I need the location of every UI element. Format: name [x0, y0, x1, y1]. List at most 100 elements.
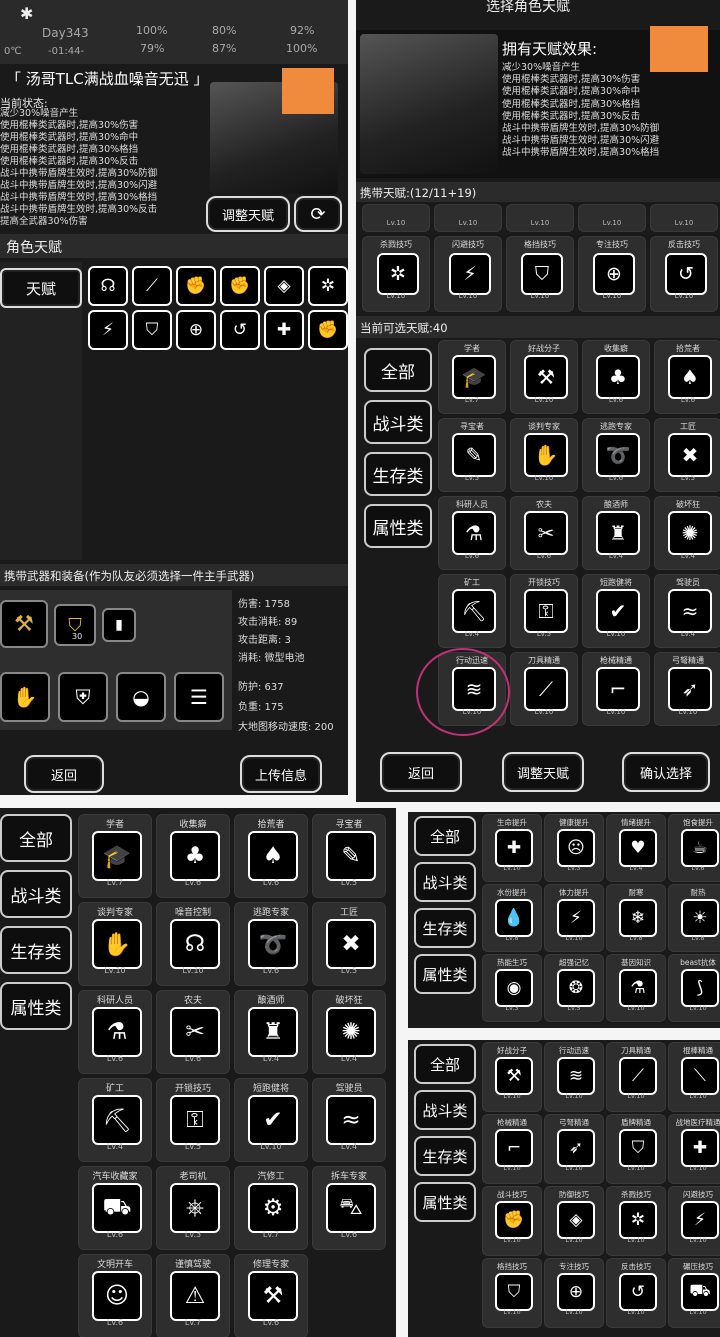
talent-tile[interactable]: 刀具精通 ⟋ Lv.10 — [606, 1042, 666, 1112]
talent-tile[interactable]: 杀戮技巧 ✲ Lv.10 — [362, 236, 430, 312]
talent-tile[interactable]: 文明开车 ☺ Lv.6 — [78, 1254, 152, 1337]
talent-tile[interactable]: 学者 🎓 Lv.7 — [78, 814, 152, 898]
category-tab-0[interactable]: 全部 — [414, 816, 476, 856]
talent-tile[interactable]: 拾荒者 ♠ Lv.6 — [234, 814, 308, 898]
talent-tile[interactable]: 农夫 ✂ Lv.6 — [156, 990, 230, 1074]
upload-info-button[interactable]: 上传信息 — [240, 755, 322, 793]
talent-tile[interactable]: 枪械精通 ⌐ Lv.10 — [582, 652, 650, 726]
talent-tile[interactable]: 好战分子 ⚒ Lv.10 — [510, 340, 578, 414]
talent-tile[interactable]: 驾驶员 ≈ Lv.4 — [312, 1078, 386, 1162]
talent-tile[interactable]: 格挡技巧 ⛉ Lv.10 — [506, 236, 574, 312]
focus-skill-icon[interactable]: ⊕ — [176, 310, 216, 350]
strength-icon[interactable]: ✊ — [308, 310, 348, 350]
gloves-equipment-icon[interactable]: ✋ — [0, 672, 50, 722]
category-tab-1[interactable]: 战斗类 — [364, 400, 432, 444]
talent-tile[interactable]: 工匠 ✖ Lv.5 — [312, 902, 386, 986]
talent-tile[interactable]: 闪避技巧 ⚡ Lv.10 — [668, 1186, 720, 1256]
talent-tile[interactable]: 拾荒者 ♠ Lv.6 — [654, 340, 720, 414]
talent-tile[interactable]: 耐热 ☀ Lv.8 — [668, 884, 720, 952]
talent-tile[interactable]: 基因知识 ⚗ Lv.10 — [606, 954, 666, 1022]
talent-tile[interactable]: 情绪提升 ♥ Lv.4 — [606, 814, 666, 882]
talent-tile[interactable]: 专注技巧 ⊕ Lv.10 — [544, 1258, 604, 1328]
talent-tile[interactable]: 寻宝者 ✎ Lv.5 — [312, 814, 386, 898]
talent-tile[interactable]: 刀具精通 ⟋ Lv.10 — [510, 652, 578, 726]
category-tab-2[interactable]: 生存类 — [0, 926, 72, 974]
talent-tile[interactable]: Lv.10 — [650, 204, 718, 232]
category-tab-3[interactable]: 属性类 — [364, 504, 432, 548]
talent-tile[interactable]: 汽车收藏家 ⛟ Lv.6 — [78, 1166, 152, 1250]
outfit-button[interactable]: ⟳ — [294, 196, 342, 232]
talent-tile[interactable]: 科研人员 ⚗ Lv.6 — [78, 990, 152, 1074]
talent-tile[interactable]: 碾压技巧 ⛟ Lv.10 — [668, 1258, 720, 1328]
talent-tile[interactable]: 短跑健将 ✔ Lv.10 — [234, 1078, 308, 1162]
talent-tile[interactable]: 开锁技巧 ⚿ Lv.5 — [156, 1078, 230, 1162]
talent-tile[interactable]: 盾牌精通 ⛉ Lv.10 — [606, 1114, 666, 1184]
category-tab-2[interactable]: 生存类 — [414, 1136, 476, 1176]
talent-tile[interactable]: 短跑健将 ✔ Lv.10 — [582, 574, 650, 648]
talent-tile[interactable]: 老司机 ⎈ Lv.3 — [156, 1166, 230, 1250]
shield-mastery-icon[interactable]: ✊ — [176, 266, 216, 306]
talent-tile[interactable]: 科研人员 ⚗ Lv.6 — [438, 496, 506, 570]
category-tab-3[interactable]: 属性类 — [414, 1182, 476, 1222]
back-button[interactable]: 返回 — [24, 755, 104, 793]
talent-tile[interactable]: 矿工 ⛏ Lv.4 — [438, 574, 506, 648]
armor-vest-icon[interactable]: ⛨ — [58, 672, 108, 722]
talent-tile[interactable]: 水份提升 💧 Lv.8 — [482, 884, 542, 952]
talent-tile[interactable]: 反击技巧 ↺ Lv.10 — [650, 236, 718, 312]
category-tab-1[interactable]: 战斗类 — [0, 870, 72, 918]
talent-tile[interactable]: beast抗体 ⟆ Lv.10 — [668, 954, 720, 1022]
talent-tile[interactable]: 工匠 ✖ Lv.5 — [654, 418, 720, 492]
talent-tile[interactable]: 好战分子 ⚒ Lv.10 — [482, 1042, 542, 1112]
back-button[interactable]: 返回 — [380, 752, 462, 792]
talent-tile[interactable]: 健康提升 ☹ Lv.3 — [544, 814, 604, 882]
talent-tile[interactable]: 修理专家 ⚒ Lv.6 — [234, 1254, 308, 1337]
talent-tile[interactable]: 破坏狂 ✺ Lv.4 — [312, 990, 386, 1074]
club-mastery-icon[interactable]: ⟋ — [132, 266, 172, 306]
talent-tile[interactable]: Lv.10 — [434, 204, 502, 232]
exoskeleton-icon[interactable]: ☰ — [174, 672, 224, 722]
defense-skill-icon[interactable]: ◈ — [264, 266, 304, 306]
talent-tile[interactable]: 寻宝者 ✎ Lv.5 — [438, 418, 506, 492]
talent-tile[interactable]: 杀戮技巧 ✲ Lv.10 — [606, 1186, 666, 1256]
talent-tile[interactable]: 谈判专家 ✋ Lv.10 — [510, 418, 578, 492]
dodge-skill-icon[interactable]: ⚡ — [88, 310, 128, 350]
adjust-talent-button[interactable]: 调整天赋 — [502, 752, 584, 792]
confirm-selection-button[interactable]: 确认选择 — [622, 752, 710, 792]
talent-tile[interactable]: 谈判专家 ✋ Lv.10 — [78, 902, 152, 986]
talent-tile[interactable]: 枪械精通 ⌐ Lv.10 — [482, 1114, 542, 1184]
talent-tile[interactable]: 开锁技巧 ⚿ Lv.5 — [510, 574, 578, 648]
category-tab-2[interactable]: 生存类 — [414, 908, 476, 948]
talent-tile[interactable]: 耐寒 ❄ Lv.8 — [606, 884, 666, 952]
talent-tile[interactable]: 逃跑专家 ➰ Lv.6 — [234, 902, 308, 986]
talent-tile[interactable]: 拆车专家 ⛍ Lv.6 — [312, 1166, 386, 1250]
talent-tile[interactable]: 弓弩精通 ➶ Lv.10 — [654, 652, 720, 726]
talent-tile[interactable]: Lv.10 — [506, 204, 574, 232]
talent-tile[interactable]: 汽修工 ⚙ Lv.7 — [234, 1166, 308, 1250]
combat-skill-icon[interactable]: ✊ — [220, 266, 260, 306]
category-tab-3[interactable]: 属性类 — [0, 982, 72, 1030]
field-medic-icon[interactable]: ✚ — [264, 310, 304, 350]
talent-tile[interactable]: 超强记忆 ❂ Lv.5 — [544, 954, 604, 1022]
talent-tile[interactable]: 弓弩精通 ➶ Lv.10 — [544, 1114, 604, 1184]
talent-tile[interactable]: 驾驶员 ≈ Lv.4 — [654, 574, 720, 648]
category-tab-2[interactable]: 生存类 — [364, 452, 432, 496]
talent-tile[interactable]: 棍棒精通 ⟍ Lv.10 — [668, 1042, 720, 1112]
category-tab-3[interactable]: 属性类 — [414, 954, 476, 994]
noise-control-icon[interactable]: ☊ — [88, 266, 128, 306]
talent-tile[interactable]: 闪避技巧 ⚡ Lv.10 — [434, 236, 502, 312]
talent-tile[interactable]: 反击技巧 ↺ Lv.10 — [606, 1258, 666, 1328]
hammer-weapon-icon[interactable]: ⚒ — [0, 600, 48, 648]
helmet-icon[interactable]: ◒ — [116, 672, 166, 722]
category-tab-0[interactable]: 全部 — [414, 1044, 476, 1084]
talent-tile[interactable]: 噪音控制 ☊ Lv.10 — [156, 902, 230, 986]
kill-skill-icon[interactable]: ✲ — [308, 266, 348, 306]
talent-tile[interactable]: 战地医疗精通 ✚ Lv.10 — [668, 1114, 720, 1184]
category-tab-1[interactable]: 战斗类 — [414, 862, 476, 902]
talent-tile[interactable]: Lv.10 — [578, 204, 646, 232]
talent-tile[interactable]: 热能生巧 ◉ Lv.3 — [482, 954, 542, 1022]
talent-tile[interactable]: 防御技巧 ◈ Lv.10 — [544, 1186, 604, 1256]
category-tab-0[interactable]: 全部 — [364, 348, 432, 392]
adjust-talent-button[interactable]: 调整天赋 — [206, 196, 290, 232]
tab-talent[interactable]: 天赋 — [0, 268, 82, 308]
talent-tile[interactable]: 酿酒师 ♜ Lv.4 — [582, 496, 650, 570]
